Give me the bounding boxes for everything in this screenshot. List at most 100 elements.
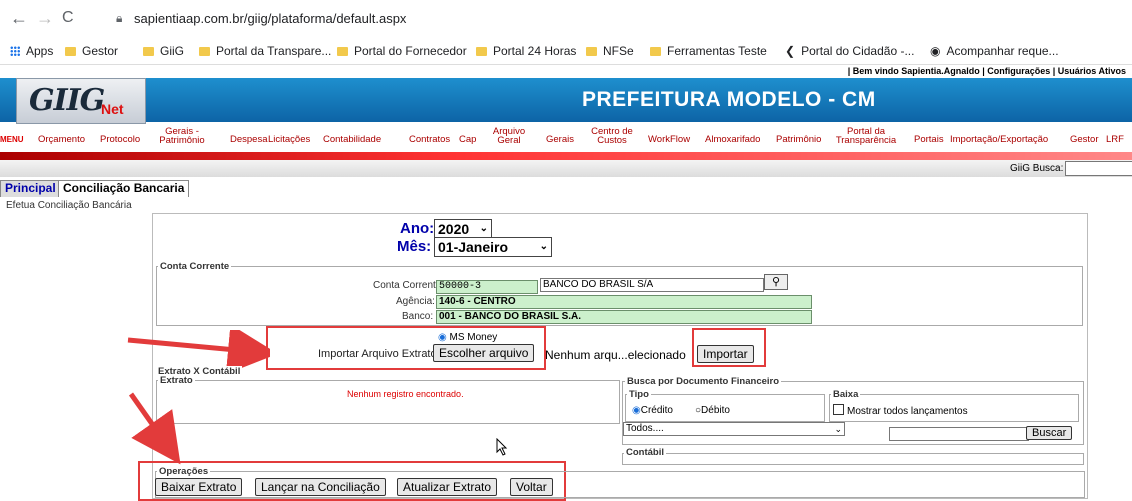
no-file-text: Nenhum arqu...elecionado <box>545 348 686 362</box>
bookmark-item[interactable]: Ferramentas Teste <box>650 44 767 58</box>
bookmark-item[interactable]: Portal da Transpare... <box>199 44 331 58</box>
page-subtitle: Efetua Conciliação Bancária <box>6 200 132 211</box>
menu-item[interactable]: Contratos <box>409 135 450 145</box>
forward-icon[interactable]: → <box>36 8 54 29</box>
back-icon[interactable]: ← <box>10 8 28 29</box>
voltar-button[interactable]: Voltar <box>510 478 553 496</box>
mes-label: Mês: <box>397 238 432 255</box>
menu-item[interactable]: Protocolo <box>100 135 140 145</box>
logo-net-text: Net <box>101 101 124 117</box>
tab-principal[interactable]: Principal <box>0 180 61 197</box>
main-menu: MENU Orçamento Protocolo Gerais - Patrim… <box>0 124 1132 150</box>
bookmark-item[interactable]: ❮ Portal do Cidadão -... <box>785 44 914 58</box>
search-bar <box>0 160 1132 177</box>
chevron-left-icon: ❮ <box>785 44 796 58</box>
extrato-legend: Extrato <box>158 375 195 386</box>
menu-item[interactable]: Centro de Custos <box>587 127 637 146</box>
logo-text: GIIG <box>29 83 105 118</box>
contabil-legend: Contábil <box>624 447 666 458</box>
baixar-extrato-button[interactable]: Baixar Extrato <box>155 478 243 496</box>
tab-conciliacao[interactable]: Conciliação Bancaria <box>58 180 190 197</box>
agencia-input[interactable]: 140-6 - CENTRO <box>436 295 812 309</box>
arrow-import-annotation <box>127 330 270 370</box>
atualizar-extrato-button[interactable]: Atualizar Extrato <box>397 478 498 496</box>
lancar-conciliacao-button[interactable]: Lançar na Conciliação <box>255 478 386 496</box>
banco-input[interactable]: 001 - BANCO DO BRASIL S.A. <box>436 310 812 324</box>
bookmark-item[interactable]: NFSe <box>586 44 634 58</box>
menu-item[interactable]: Gestor <box>1070 135 1099 145</box>
agencia-label: Agência: <box>396 296 435 307</box>
menu-item[interactable]: Importação/Exportação <box>950 135 1048 145</box>
menu-item[interactable]: Gerais <box>546 135 574 145</box>
importar-label: Importar Arquivo Extrato: <box>318 348 440 360</box>
apps-grid-icon <box>10 46 20 56</box>
menu-item[interactable]: Cap <box>459 135 476 145</box>
banco-label: Banco: <box>402 311 434 322</box>
page-title: PREFEITURA MODELO - CM <box>582 88 876 111</box>
reload-icon[interactable]: C <box>62 9 74 27</box>
menu-item[interactable]: Contabilidade <box>323 135 381 145</box>
address-bar[interactable]: 🔒︎ sapientiaap.com.br/giig/plataforma/de… <box>110 6 1120 32</box>
menu-item[interactable]: LRF <box>1106 135 1124 145</box>
folder-icon <box>65 47 76 56</box>
url-text[interactable]: sapientiaap.com.br/giig/plataforma/defau… <box>134 11 406 26</box>
banco-name-input[interactable]: BANCO DO BRASIL S/A <box>540 278 764 292</box>
bookmark-item[interactable]: GiiG <box>143 44 184 58</box>
folder-icon <box>586 47 597 56</box>
menu-item[interactable]: Arquivo Geral <box>491 127 527 146</box>
credito-radio[interactable]: ◉Crédito <box>632 405 673 416</box>
arrow-operations-annotation <box>128 392 181 465</box>
folder-icon <box>199 47 210 56</box>
top-links[interactable]: | Bem vindo Sapientia.Agnaldo | Configur… <box>848 66 1126 76</box>
radio-selected-icon: ◉ <box>632 405 641 416</box>
conta-input[interactable]: 50000-3 <box>436 280 538 294</box>
menu-item[interactable]: Patrimônio <box>776 135 821 145</box>
folder-icon <box>337 47 348 56</box>
chevron-down-icon: ⌄ <box>479 223 488 234</box>
bookmark-item[interactable]: Gestor <box>65 44 118 58</box>
bookmark-item[interactable]: Portal 24 Horas <box>476 44 576 58</box>
menu-label: MENU <box>0 135 24 144</box>
debito-radio[interactable]: ○Débito <box>695 405 730 416</box>
menu-item[interactable]: Portais <box>914 135 944 145</box>
menu-item[interactable]: Portal da Transparência <box>830 127 902 146</box>
extrato-fieldset <box>156 380 620 424</box>
mostrar-checkbox[interactable]: Mostrar todos lançamentos <box>833 404 968 417</box>
tipo-documento-select[interactable]: Todos.... ⌄ <box>623 422 845 436</box>
conta-corrente-legend: Conta Corrente <box>158 261 232 272</box>
bookmarks-bar: Apps Gestor GiiG Portal da Transpare... … <box>0 40 1132 65</box>
app-header <box>0 78 1132 122</box>
importar-button[interactable]: Importar <box>697 345 754 363</box>
menu-item[interactable]: Almoxarifado <box>705 135 760 145</box>
bookmark-apps[interactable]: Apps <box>10 44 53 58</box>
folder-icon <box>143 47 154 56</box>
operacoes-legend: Operações <box>157 466 211 477</box>
bookmark-item[interactable]: Portal do Fornecedor <box>337 44 467 58</box>
buscar-button[interactable]: Buscar <box>1026 426 1073 440</box>
giig-search-input[interactable] <box>1065 161 1132 176</box>
chevron-down-icon: ⌄ <box>539 241 548 252</box>
folder-icon <box>650 47 661 56</box>
menu-item[interactable]: Gerais - Patrimônio <box>156 127 208 146</box>
search-icon[interactable]: ⚲ <box>764 274 788 290</box>
mouse-cursor-icon <box>496 438 508 456</box>
giig-logo: GIIG Net <box>16 78 146 124</box>
choose-file-button[interactable]: Escolher arquivo <box>433 344 535 362</box>
busca-documento-legend: Busca por Documento Financeiro <box>625 376 782 387</box>
busca-label: GiiG Busca: <box>1010 163 1064 174</box>
bookmark-item[interactable]: ◉ Acompanhar reque... <box>930 44 1059 58</box>
lock-icon: 🔒︎ <box>116 11 123 25</box>
menu-item[interactable]: Despesa <box>230 135 268 145</box>
mes-select[interactable]: 01-Janeiro ⌄ <box>434 237 552 257</box>
chevron-down-icon: ⌄ <box>834 424 842 434</box>
contabil-fieldset <box>622 453 1084 465</box>
menu-item[interactable]: Orçamento <box>38 135 85 145</box>
folder-icon <box>476 47 487 56</box>
busca-documento-input[interactable] <box>889 427 1029 441</box>
header-divider <box>0 152 1132 160</box>
conta-label: Conta Corrente: <box>373 280 445 291</box>
no-records-text: Nenhum registro encontrado. <box>347 389 464 399</box>
menu-item[interactable]: WorkFlow <box>648 135 690 145</box>
ano-select[interactable]: 2020 ⌄ <box>434 219 492 239</box>
menu-item[interactable]: Licitações <box>268 135 310 145</box>
